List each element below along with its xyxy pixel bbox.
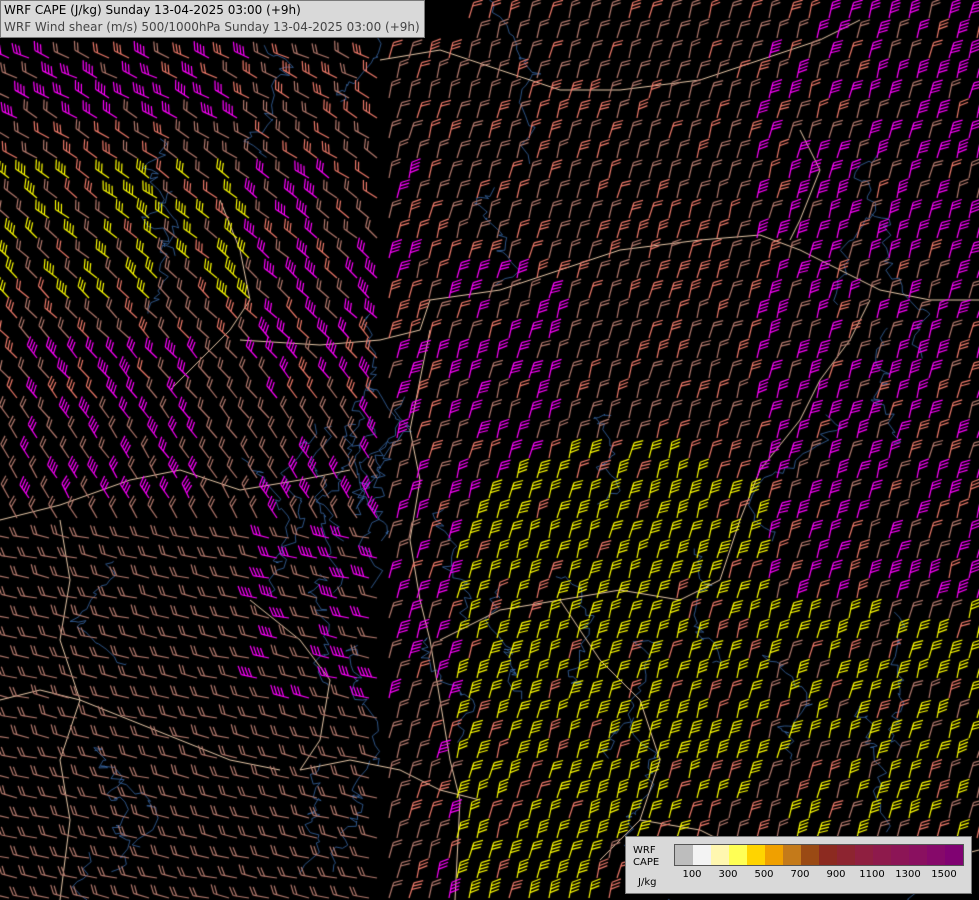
legend-tick-label: 1100 bbox=[859, 869, 885, 880]
legend-title: WRF CAPE bbox=[633, 845, 673, 869]
legend-swatch bbox=[693, 845, 711, 865]
legend-title-line1: WRF bbox=[633, 845, 656, 856]
legend-swatch bbox=[837, 845, 855, 865]
legend-swatch bbox=[927, 845, 945, 865]
legend-units: J/kg bbox=[638, 877, 657, 888]
cape-title: WRF CAPE (J/kg) Sunday 13-04-2025 03:00 … bbox=[4, 3, 301, 17]
map-title-box: WRF CAPE (J/kg) Sunday 13-04-2025 03:00 … bbox=[0, 0, 425, 38]
legend-swatch bbox=[855, 845, 873, 865]
legend-tick-label: 700 bbox=[790, 869, 810, 880]
legend-tick-labels: 100 300 500 700 900 1100 1300 1500 bbox=[674, 869, 964, 883]
legend-color-scale bbox=[674, 844, 964, 866]
wind-shear-cape-map bbox=[0, 0, 979, 900]
legend-swatch bbox=[909, 845, 927, 865]
legend-tick-label: 1500 bbox=[931, 869, 957, 880]
legend-swatch bbox=[819, 845, 837, 865]
legend-swatch bbox=[783, 845, 801, 865]
legend-title-line2: CAPE bbox=[633, 857, 660, 868]
legend-swatch bbox=[675, 845, 693, 865]
wind-shear-title: WRF Wind shear (m/s) 500/1000hPa Sunday … bbox=[4, 20, 420, 34]
legend-tick-label: 1300 bbox=[895, 869, 921, 880]
legend-swatch bbox=[747, 845, 765, 865]
legend-swatch bbox=[801, 845, 819, 865]
legend-tick-label: 900 bbox=[826, 869, 846, 880]
legend-swatch bbox=[891, 845, 909, 865]
legend-tick-label: 500 bbox=[754, 869, 774, 880]
legend-swatch bbox=[729, 845, 747, 865]
legend-tick-label: 300 bbox=[718, 869, 738, 880]
legend-swatch bbox=[711, 845, 729, 865]
legend-swatch bbox=[873, 845, 891, 865]
cape-legend: WRF CAPE J/kg 100 300 500 700 900 1100 1300 150… bbox=[625, 836, 972, 894]
legend-tick-label: 100 bbox=[682, 869, 702, 880]
legend-swatch bbox=[945, 845, 963, 865]
legend-swatch bbox=[765, 845, 783, 865]
